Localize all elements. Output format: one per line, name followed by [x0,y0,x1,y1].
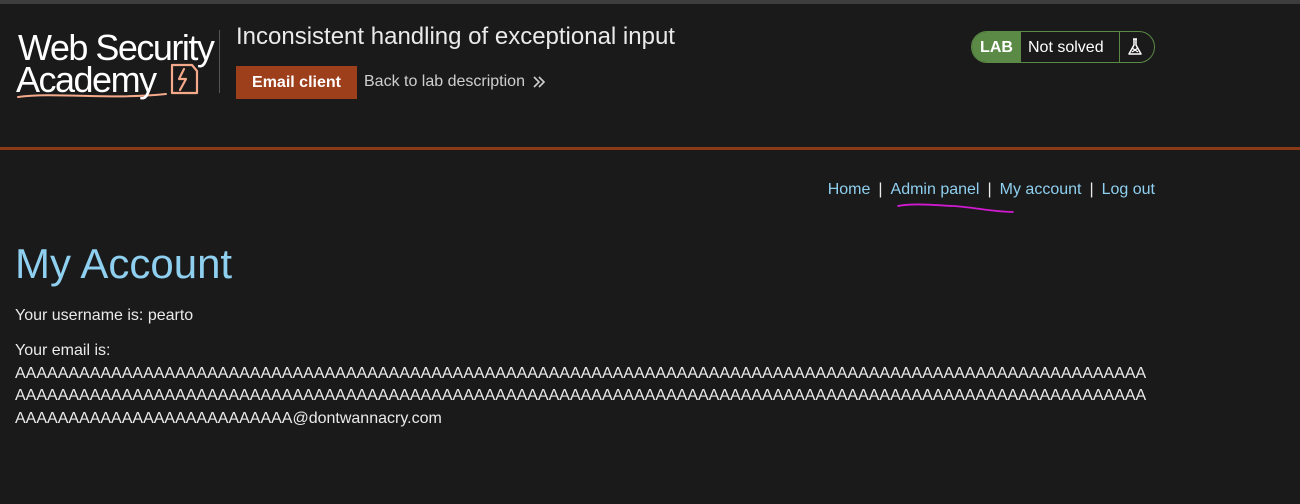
back-to-lab-description-link[interactable]: Back to lab description [364,73,525,91]
lab-badge: LAB [972,32,1021,62]
username-text: Your username is: pearto [15,307,194,324]
email-value: AAAAAAAAAAAAAAAAAAAAAAAAAAAAAAAAAAAAAAAA… [15,364,1147,427]
lab-title: Inconsistent handling of exceptional inp… [236,23,675,50]
nav-log-out-link[interactable]: Log out [1102,181,1155,198]
lab-status-widget: LAB Not solved [971,31,1155,63]
email-label: Your email is: [15,342,111,359]
email-section: Your email is: AAAAAAAAAAAAAAAAAAAAAAAAA… [15,340,1155,430]
academy-logo[interactable]: Web Security Academy [16,28,216,102]
top-navigation: Home | Admin panel | My account | Log out [828,181,1155,199]
header-divider [219,30,220,93]
nav-separator: | [987,181,992,198]
status-separator [1119,32,1120,62]
page-title: My Account [15,240,233,287]
email-client-button[interactable]: Email client [236,66,357,99]
nav-separator: | [878,181,883,198]
lab-header: Web Security Academy Inconsistent handli… [0,4,1300,147]
lab-status-text: Not solved [1028,39,1104,56]
nav-admin-panel-link[interactable]: Admin panel [891,181,980,198]
header-rule [0,147,1300,150]
flask-icon [1128,38,1142,55]
double-chevron-right-icon[interactable] [532,74,546,90]
annotation-underline [897,203,1014,213]
nav-separator: | [1089,181,1094,198]
nav-my-account-link[interactable]: My account [1000,181,1082,198]
logo-text-line2: Academy [16,59,157,100]
nav-home-link[interactable]: Home [828,181,871,198]
